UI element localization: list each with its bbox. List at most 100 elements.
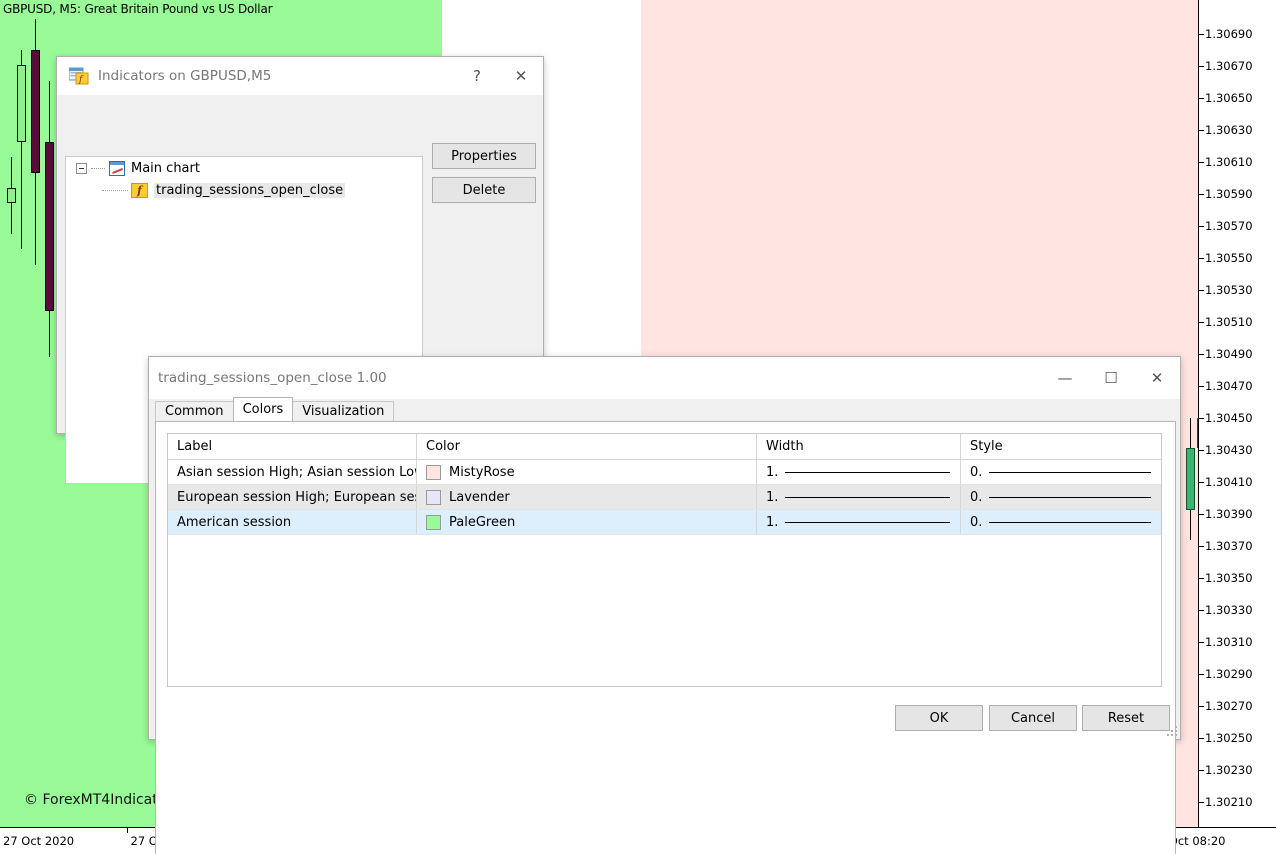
tree-connector [91, 168, 105, 169]
style-value: 0. [970, 515, 982, 530]
ok-button[interactable]: OK [895, 705, 983, 731]
style-line-preview [989, 522, 1151, 523]
indicators-icon: f [69, 67, 89, 85]
color-swatch[interactable] [426, 465, 441, 480]
width-line-preview [785, 522, 950, 523]
style-value: 0. [970, 490, 982, 505]
column-header-label: Label [168, 434, 417, 459]
color-swatch[interactable] [426, 515, 441, 530]
candle-body [17, 65, 26, 142]
price-tick: 1.30410 [1199, 476, 1253, 488]
indicators-window-title: Indicators on GBPUSD,M5 [98, 68, 271, 84]
chart-title: GBPUSD, M5: Great Britain Pound vs US Do… [3, 2, 272, 16]
tree-connector-child [102, 190, 128, 191]
cancel-button[interactable]: Cancel [989, 705, 1077, 731]
price-tick: 1.30370 [1199, 540, 1253, 552]
width-value: 1. [766, 515, 778, 530]
cell-style[interactable]: 0. [961, 510, 1161, 534]
indicators-window-titlebar[interactable]: f Indicators on GBPUSD,M5 ? ✕ [57, 57, 543, 95]
tab-colors[interactable]: Colors [233, 397, 294, 421]
price-tick: 1.30390 [1199, 508, 1253, 520]
properties-window-title: trading_sessions_open_close 1.00 [158, 370, 387, 386]
style-line-preview [989, 497, 1151, 498]
indicator-properties-window[interactable]: trading_sessions_open_close 1.00 — ☐ ✕ C… [148, 356, 1181, 740]
candle-body [7, 188, 16, 203]
tree-item-indicator[interactable]: f trading_sessions_open_close [66, 179, 422, 201]
price-tick: 1.30330 [1199, 604, 1253, 616]
price-tick: 1.30510 [1199, 316, 1253, 328]
properties-window-titlebar[interactable]: trading_sessions_open_close 1.00 — ☐ ✕ [149, 357, 1180, 399]
price-tick: 1.30350 [1199, 572, 1253, 584]
properties-window-controls: — ☐ ✕ [1042, 357, 1180, 399]
cell-label: American session [168, 510, 417, 534]
resize-grip[interactable] [1166, 725, 1177, 736]
price-tick: 1.30430 [1199, 444, 1253, 456]
price-tick: 1.30470 [1199, 380, 1253, 392]
properties-tabstrip[interactable]: CommonColorsVisualization [149, 399, 1180, 421]
color-name: Lavender [449, 490, 510, 505]
tree-item-main-chart-label: Main chart [131, 161, 200, 176]
price-tick: 1.30650 [1199, 92, 1253, 104]
width-line-preview [785, 497, 950, 498]
cell-style[interactable]: 0. [961, 460, 1161, 484]
color-swatch[interactable] [426, 490, 441, 505]
table-row[interactable]: Asian session High; Asian session Low Mis… [168, 460, 1161, 485]
reset-button[interactable]: Reset [1082, 705, 1170, 731]
style-line-preview [989, 472, 1151, 473]
chart-icon [109, 161, 125, 176]
price-tick: 1.30570 [1199, 220, 1253, 232]
tree-item-main-chart[interactable]: Main chart [66, 157, 422, 179]
column-header-width: Width [757, 434, 961, 459]
minimize-icon[interactable]: — [1042, 357, 1088, 399]
cell-label: European session High; European sessi... [168, 485, 417, 509]
price-tick: 1.30250 [1199, 732, 1253, 744]
price-tick: 1.30670 [1199, 60, 1253, 72]
price-tick: 1.30310 [1199, 636, 1253, 648]
color-name: PaleGreen [449, 515, 515, 530]
maximize-icon[interactable]: ☐ [1088, 357, 1134, 399]
column-header-color: Color [417, 434, 757, 459]
style-value: 0. [970, 465, 982, 480]
help-button[interactable]: ? [455, 57, 499, 95]
cell-width[interactable]: 1. [757, 510, 961, 534]
price-tick: 1.30550 [1199, 252, 1253, 264]
cell-color[interactable]: MistyRose [417, 460, 757, 484]
colors-grid[interactable]: Label Color Width Style Asian session Hi… [167, 433, 1162, 687]
price-tick: 1.30210 [1199, 796, 1253, 808]
width-line-preview [785, 472, 950, 473]
properties-button[interactable]: Properties [432, 143, 536, 169]
price-axis[interactable]: 1.30690 1.30670 1.30650 1.30630 1.30610 1.305… [1198, 0, 1276, 827]
candle-body [45, 142, 54, 311]
colors-grid-rows: Asian session High; Asian session Low Mis… [168, 460, 1161, 535]
function-icon: f [131, 183, 148, 198]
column-header-style: Style [961, 434, 1161, 459]
table-row[interactable]: American session PaleGreen 1. 0. [168, 510, 1161, 535]
cell-color[interactable]: PaleGreen [417, 510, 757, 534]
color-name: MistyRose [449, 465, 515, 480]
cell-color[interactable]: Lavender [417, 485, 757, 509]
cell-width[interactable]: 1. [757, 460, 961, 484]
candle-body [1186, 448, 1195, 509]
indicators-window-controls: ? ✕ [455, 57, 543, 95]
delete-button[interactable]: Delete [432, 177, 536, 203]
price-tick: 1.30490 [1199, 348, 1253, 360]
colors-grid-header: Label Color Width Style [168, 434, 1161, 460]
close-icon[interactable]: ✕ [1134, 357, 1180, 399]
price-tick: 1.30270 [1199, 700, 1253, 712]
collapse-icon[interactable] [76, 163, 87, 174]
time-tick-mark [127, 828, 128, 833]
tab-common[interactable]: Common [155, 401, 234, 421]
cell-style[interactable]: 0. [961, 485, 1161, 509]
price-tick: 1.30630 [1199, 124, 1253, 136]
price-tick: 1.30230 [1199, 764, 1253, 776]
price-tick: 1.30690 [1199, 28, 1253, 40]
tree-item-indicator-label: trading_sessions_open_close [154, 183, 345, 198]
width-value: 1. [766, 490, 778, 505]
close-icon[interactable]: ✕ [499, 57, 543, 95]
table-row[interactable]: European session High; European sessi...… [168, 485, 1161, 510]
price-tick: 1.30610 [1199, 156, 1253, 168]
cell-width[interactable]: 1. [757, 485, 961, 509]
tab-visualization[interactable]: Visualization [292, 401, 394, 421]
price-tick: 1.30530 [1199, 284, 1253, 296]
cell-label: Asian session High; Asian session Low [168, 460, 417, 484]
